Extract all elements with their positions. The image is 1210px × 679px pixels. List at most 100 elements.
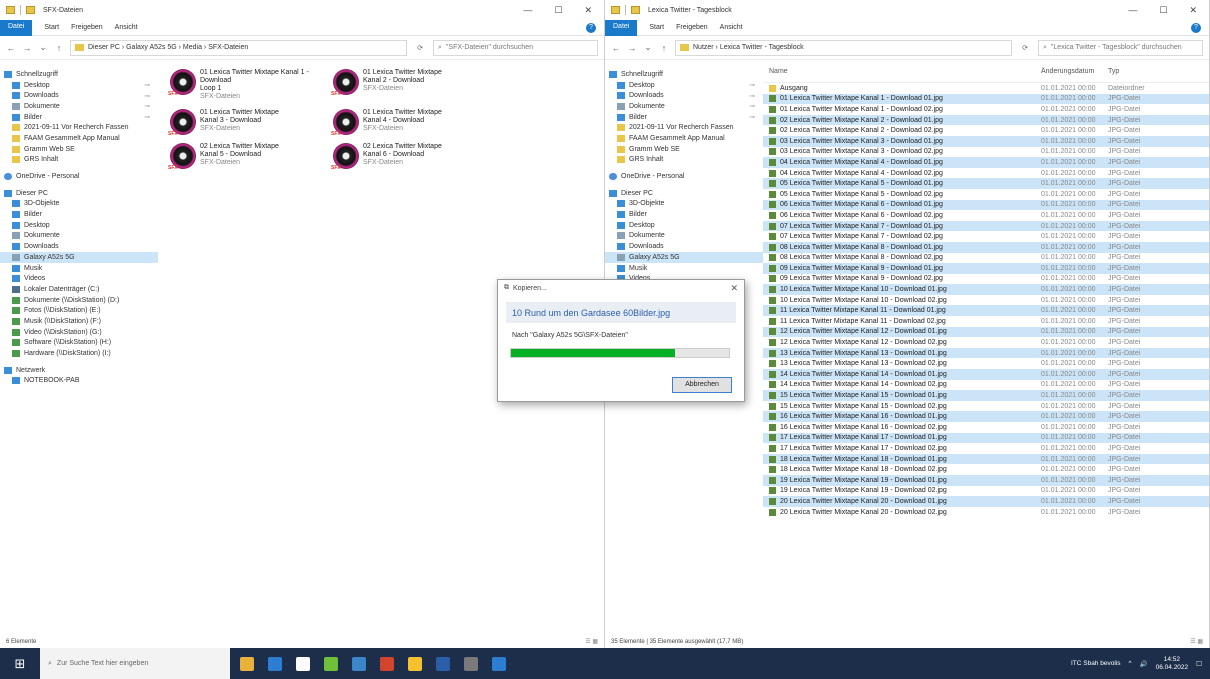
file-row[interactable]: 19 Lexica Twitter Mixtape Kanal 19 - Dow…	[763, 474, 1209, 486]
file-row[interactable]: 12 Lexica Twitter Mixtape Kanal 12 - Dow…	[763, 337, 1209, 348]
file-row[interactable]: 11 Lexica Twitter Mixtape Kanal 11 - Dow…	[763, 316, 1209, 327]
nav-item[interactable]: Dieser PC	[0, 188, 158, 199]
nav-item[interactable]: Downloads ⊸	[0, 90, 158, 101]
file-row[interactable]: 15 Lexica Twitter Mixtape Kanal 15 - Dow…	[763, 390, 1209, 401]
refresh-icon[interactable]: ⟳	[1018, 44, 1032, 52]
file-list-pane[interactable]: Name Änderungsdatum Typ Ausgang 01.01.202…	[763, 61, 1209, 635]
nav-item[interactable]: Gramm Web SE	[0, 144, 158, 155]
file-row[interactable]: 20 Lexica Twitter Mixtape Kanal 20 - Dow…	[763, 496, 1209, 507]
close-icon[interactable]: ✕	[1189, 5, 1197, 16]
file-row[interactable]: 04 Lexica Twitter Mixtape Kanal 4 - Down…	[763, 168, 1209, 179]
view-toggle-icon[interactable]: ☰ ▦	[1190, 638, 1203, 645]
file-row[interactable]: 18 Lexica Twitter Mixtape Kanal 18 - Dow…	[763, 464, 1209, 475]
tab-start[interactable]: Start	[649, 24, 664, 31]
file-row[interactable]: 14 Lexica Twitter Mixtape Kanal 14 - Dow…	[763, 369, 1209, 380]
file-row[interactable]: 02 Lexica Twitter Mixtape Kanal 2 - Down…	[763, 125, 1209, 136]
file-tile[interactable]: SFX 01 Lexica Twitter Mixtape Kanal 4 - Do…	[331, 109, 491, 137]
nav-item[interactable]: Netzwerk	[0, 365, 158, 376]
nav-item[interactable]: Dokumente (\\DiskStation) (D:)	[0, 295, 158, 306]
file-row[interactable]: 01 Lexica Twitter Mixtape Kanal 1 - Down…	[763, 104, 1209, 115]
taskbar-app-icon[interactable]	[492, 656, 506, 671]
view-toggle-icon[interactable]: ☰ ▦	[585, 638, 598, 645]
nav-item[interactable]: Video (\\DiskStation) (G:)	[0, 327, 158, 338]
folder-icon[interactable]	[6, 6, 15, 14]
nav-item[interactable]: Dieser PC	[605, 188, 763, 199]
nav-item[interactable]: 2021-09-11 Vor Recherch Fassen	[0, 122, 158, 133]
nav-item[interactable]: Galaxy A52s 5G	[0, 252, 158, 263]
tab-file[interactable]: Datei	[605, 19, 638, 36]
close-icon[interactable]: ✕	[730, 283, 738, 294]
file-row[interactable]: 08 Lexica Twitter Mixtape Kanal 8 - Down…	[763, 253, 1209, 264]
tab-view[interactable]: Ansicht	[115, 24, 138, 31]
forward-icon[interactable]: →	[22, 43, 32, 53]
file-tile[interactable]: SFX 02 Lexica Twitter Mixtape Kanal 5 - Do…	[168, 143, 328, 171]
nav-item[interactable]: Fotos (\\DiskStation) (E:)	[0, 305, 158, 316]
nav-item[interactable]: FAAM Gesammelt App Manual	[0, 133, 158, 144]
nav-item[interactable]: Bilder	[605, 209, 763, 220]
file-row[interactable]: 14 Lexica Twitter Mixtape Kanal 14 - Dow…	[763, 380, 1209, 391]
nav-item[interactable]: Downloads	[0, 241, 158, 252]
file-row[interactable]: 11 Lexica Twitter Mixtape Kanal 11 - Dow…	[763, 305, 1209, 317]
file-row[interactable]: 06 Lexica Twitter Mixtape Kanal 6 - Down…	[763, 210, 1209, 221]
nav-item[interactable]: Dokumente ⊸	[605, 101, 763, 112]
nav-item[interactable]: FAAM Gesammelt App Manual	[605, 133, 763, 144]
address-bar[interactable]: Nutzer › Lexica Twitter - Tagesblock	[675, 39, 1012, 56]
tab-start[interactable]: Start	[44, 24, 59, 31]
file-row[interactable]: 20 Lexica Twitter Mixtape Kanal 20 - Dow…	[763, 507, 1209, 518]
recent-locations-icon[interactable]: ⌄	[38, 42, 48, 53]
nav-item[interactable]: Dokumente	[605, 231, 763, 242]
nav-item[interactable]: Hardware (\\DiskStation) (I:)	[0, 348, 158, 359]
file-row[interactable]: 19 Lexica Twitter Mixtape Kanal 19 - Dow…	[763, 486, 1209, 497]
back-icon[interactable]: ←	[6, 43, 16, 53]
nav-item[interactable]: GRS Inhalt	[605, 155, 763, 166]
nav-item[interactable]: Musik	[0, 263, 158, 274]
nav-item[interactable]: Videos	[0, 273, 158, 284]
nav-item[interactable]: Musik (\\DiskStation) (F:)	[0, 316, 158, 327]
nav-item[interactable]: Galaxy A52s 5G	[605, 252, 763, 263]
tab-view[interactable]: Ansicht	[720, 24, 743, 31]
file-row[interactable]: 15 Lexica Twitter Mixtape Kanal 15 - Dow…	[763, 401, 1209, 412]
file-row[interactable]: 10 Lexica Twitter Mixtape Kanal 10 - Dow…	[763, 284, 1209, 295]
file-tile[interactable]: SFX 01 Lexica Twitter Mixtape Kanal 1 - D…	[168, 69, 328, 101]
network-label[interactable]: ITC Sbah bevolis	[1071, 660, 1121, 667]
tab-share[interactable]: Freigeben	[71, 24, 103, 31]
nav-item[interactable]: Lokaler Datenträger (C:)	[0, 284, 158, 295]
nav-item[interactable]: Desktop ⊸	[0, 80, 158, 91]
taskbar-app-icon[interactable]	[240, 656, 254, 671]
nav-item[interactable]: Desktop ⊸	[605, 80, 763, 91]
maximize-icon[interactable]: ☐	[1159, 5, 1167, 16]
search-input[interactable]: ⌕ "Lexica Twitter - Tagesblock" durchsuc…	[1038, 39, 1203, 56]
tray-chevron-icon[interactable]: ^	[1128, 660, 1131, 667]
file-row[interactable]: 02 Lexica Twitter Mixtape Kanal 2 - Down…	[763, 114, 1209, 126]
file-row[interactable]: 07 Lexica Twitter Mixtape Kanal 7 - Down…	[763, 231, 1209, 242]
file-row[interactable]: 08 Lexica Twitter Mixtape Kanal 8 - Down…	[763, 241, 1209, 253]
file-row[interactable]: 07 Lexica Twitter Mixtape Kanal 7 - Down…	[763, 220, 1209, 232]
help-icon[interactable]: ?	[586, 22, 596, 33]
file-row[interactable]: 04 Lexica Twitter Mixtape Kanal 4 - Down…	[763, 157, 1209, 168]
nav-item[interactable]: Bilder	[0, 209, 158, 220]
file-row[interactable]: 17 Lexica Twitter Mixtape Kanal 17 - Dow…	[763, 432, 1209, 444]
nav-item[interactable]: Desktop	[0, 220, 158, 231]
address-bar[interactable]: Dieser PC › Galaxy A52s 5G › Media › SFX…	[70, 39, 407, 56]
taskbar-app-icon[interactable]	[324, 656, 338, 671]
folder-icon[interactable]	[26, 6, 35, 14]
file-row[interactable]: 03 Lexica Twitter Mixtape Kanal 3 - Down…	[763, 135, 1209, 147]
maximize-icon[interactable]: ☐	[554, 5, 562, 16]
nav-item[interactable]: 2021-09-11 Vor Recherch Fassen	[605, 122, 763, 133]
taskbar-app-icon[interactable]	[268, 656, 282, 671]
taskbar-app-icon[interactable]	[408, 656, 422, 671]
nav-item[interactable]: 3D-Objekte	[605, 199, 763, 210]
nav-item[interactable]: Dokumente ⊸	[0, 101, 158, 112]
up-icon[interactable]: ↑	[659, 43, 669, 53]
file-row[interactable]: 17 Lexica Twitter Mixtape Kanal 17 - Dow…	[763, 443, 1209, 454]
file-row[interactable]: 09 Lexica Twitter Mixtape Kanal 9 - Down…	[763, 274, 1209, 285]
file-row[interactable]: 10 Lexica Twitter Mixtape Kanal 10 - Dow…	[763, 295, 1209, 306]
minimize-icon[interactable]: —	[523, 5, 532, 16]
nav-item[interactable]: Schnellzugriff	[0, 69, 158, 80]
column-header-name[interactable]: Name	[763, 68, 1041, 75]
file-row[interactable]: 06 Lexica Twitter Mixtape Kanal 6 - Down…	[763, 199, 1209, 211]
nav-item[interactable]: Musik	[605, 263, 763, 274]
file-tile[interactable]: SFX 02 Lexica Twitter Mixtape Kanal 6 - Do…	[331, 143, 491, 171]
column-header-date[interactable]: Änderungsdatum	[1041, 68, 1108, 75]
recent-locations-icon[interactable]: ⌄	[643, 42, 653, 53]
